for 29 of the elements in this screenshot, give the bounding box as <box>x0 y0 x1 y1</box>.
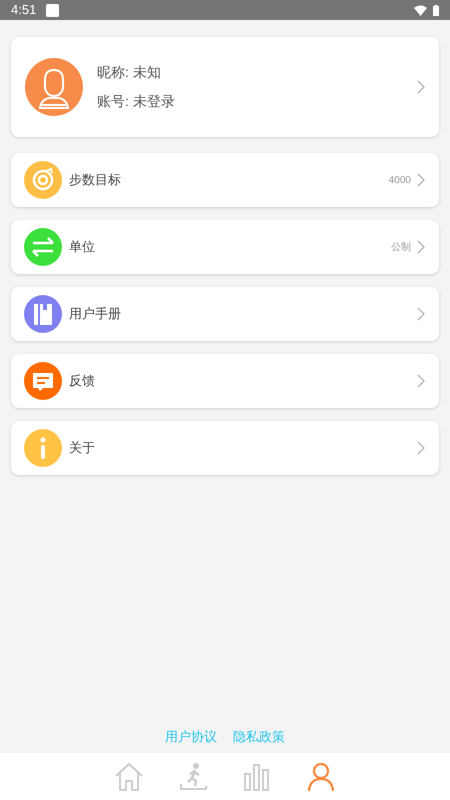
runner-icon[interactable] <box>177 761 209 793</box>
profile-card[interactable]: 昵称: 未知 账号: 未登录 <box>11 37 439 137</box>
chevron-icon <box>417 307 425 321</box>
clock-time: 4:51 <box>11 1 36 20</box>
menu-label: 步数目标 <box>69 171 121 190</box>
wifi-icon <box>414 4 427 16</box>
menu-label: 单位 <box>69 238 95 256</box>
menu-item[interactable]: 步数目标 4000 <box>11 153 439 207</box>
chevron-icon <box>417 374 425 388</box>
menu-label: 用户手册 <box>69 305 121 324</box>
menu-item[interactable]: 关于 <box>11 421 439 475</box>
menu-value: 4000 <box>388 174 411 188</box>
chevron-icon <box>417 240 425 254</box>
nickname-text: 昵称: 未知 <box>97 63 162 82</box>
avatar-icon <box>25 58 83 116</box>
notification-icon <box>46 4 60 16</box>
menu-value: 公制 <box>391 240 411 254</box>
chevron-icon <box>417 173 425 187</box>
menu-item[interactable]: 反馈 <box>11 354 439 408</box>
person-icon[interactable] <box>305 761 337 793</box>
home-icon[interactable] <box>113 761 145 793</box>
chevron-icon <box>417 441 425 455</box>
chevron-icon <box>417 80 425 94</box>
menu-item[interactable]: 用户手册 <box>11 287 439 341</box>
menu-label: 反馈 <box>69 372 95 390</box>
battery-icon <box>433 4 439 16</box>
account-text: 账号: 未登录 <box>97 92 175 111</box>
menu-label: 关于 <box>69 439 95 458</box>
menu-item[interactable]: 单位 公制 <box>11 220 439 274</box>
